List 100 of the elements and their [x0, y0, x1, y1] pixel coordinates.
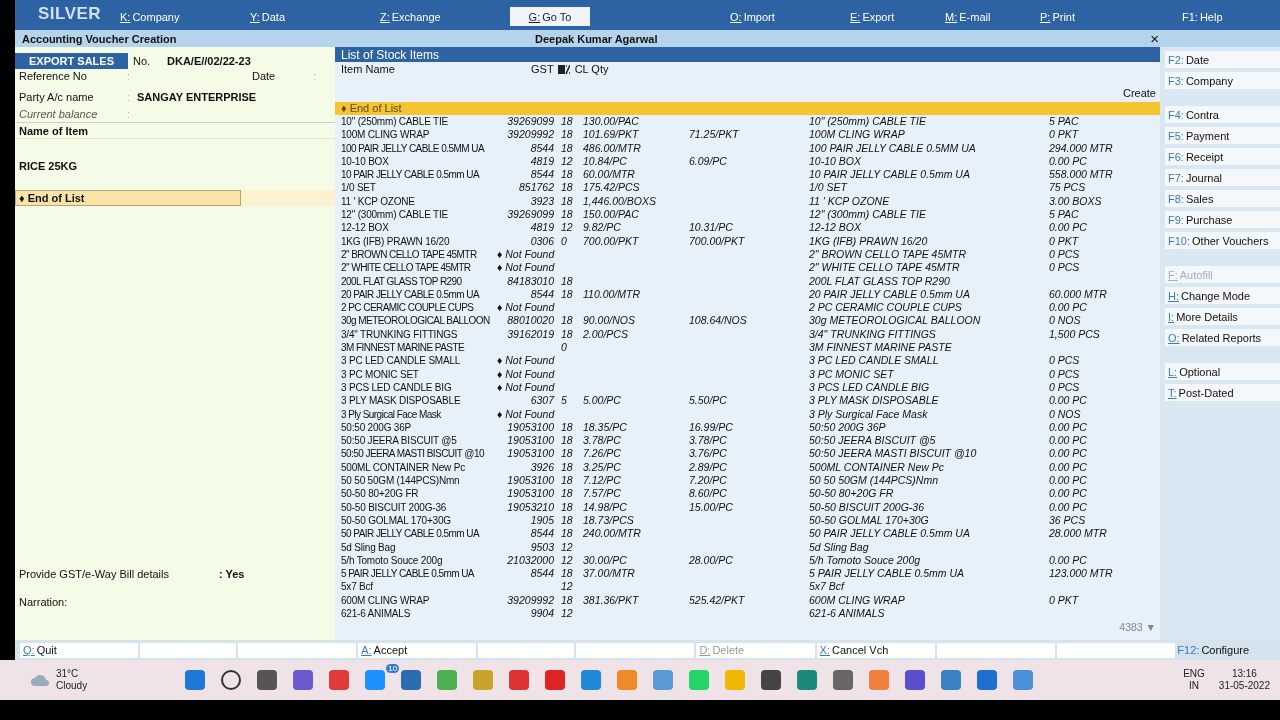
item-name-cell[interactable]: 3M FINNEST MARINE PASTE — [341, 342, 465, 354]
item-name-cell[interactable]: 10 PAIR JELLY CABLE 0.5mm UA — [341, 169, 479, 181]
app-icon[interactable] — [977, 670, 998, 690]
menu-item[interactable]: Y: Data — [250, 7, 286, 26]
rate-cell-text: 30.00/PC — [582, 553, 628, 568]
alias-cell-text: 10" (250mm) CABLE TIE — [808, 115, 927, 129]
item-name-cell[interactable]: 12-12 BOX — [341, 222, 389, 234]
hsn-cell-text: 19053100 — [506, 420, 555, 435]
hsn-cell-text: 39162019 — [506, 327, 555, 342]
item-name-cell[interactable]: 11 ' KCP OZONE — [341, 195, 415, 207]
item-name-cell[interactable]: 50 PAIR JELLY CABLE 0.5mm UA — [341, 528, 479, 540]
weather-label: Cloudy — [56, 680, 88, 692]
alias-cell-text: 2 PC CERAMIC COUPLE CUPS — [808, 301, 963, 315]
item-name-cell[interactable]: 3 PLY MASK DISPOSABLE — [341, 395, 461, 407]
item-name-cell[interactable]: 100 PAIR JELLY CABLE 0.5MM UA — [341, 142, 484, 154]
app-icon[interactable] — [257, 670, 278, 690]
item-name-cell[interactable]: 5x7 Bcf — [341, 581, 373, 593]
app-icon[interactable] — [509, 670, 530, 690]
menu-item[interactable]: E: Export — [850, 7, 895, 26]
item-name-cell[interactable]: 500ML CONTAINER New Pc — [341, 461, 465, 473]
alias-cell-text: 5 PAIR JELLY CABLE 0.5mm UA — [808, 567, 966, 581]
hsn-cell-text: 4819 — [529, 221, 555, 235]
item-name-cell[interactable]: 50-50 BISCUIT 200G-36 — [341, 501, 447, 513]
quantity-cell-text: 0.00 PC — [1048, 474, 1088, 488]
app-icon[interactable] — [329, 670, 350, 690]
start-icon[interactable] — [185, 670, 206, 690]
menu-item[interactable]: K: Company — [120, 7, 180, 26]
app-icon[interactable] — [545, 670, 566, 690]
app-icon[interactable] — [833, 670, 854, 690]
item-name-cell[interactable]: 12" (300mm) CABLE TIE — [341, 209, 448, 221]
item-name-cell[interactable]: 50:50 JEERA BISCUIT @5 — [341, 435, 457, 447]
sidebar-button[interactable]: L: Optional — [1165, 363, 1280, 380]
sidebar-button[interactable]: F4: Contra — [1165, 106, 1280, 123]
item-name-cell[interactable]: 5d Sling Bag — [341, 541, 396, 553]
item-name-cell[interactable]: 50 50 50GM (144PCS)Nmn — [341, 475, 460, 486]
item-name-cell[interactable]: 3 PC LED CANDLE SMALL — [341, 355, 461, 367]
item-name-cell[interactable]: 2" WHITE CELLO TAPE 45MTR — [341, 262, 471, 274]
menu-item[interactable]: Z: Exchange — [380, 7, 441, 26]
column-heading: Item Name — [341, 63, 396, 75]
quantity-cell-text: 36 PCS — [1048, 513, 1087, 528]
item-name-cell[interactable]: 5/h Tomoto Souce 200g — [341, 554, 443, 566]
menu-item[interactable]: G: Go To — [510, 7, 590, 26]
item-name-cell[interactable]: 3/4" TRUNKING FITTINGS — [341, 328, 458, 340]
hsn-cell-text: 19053100 — [506, 474, 555, 488]
item-name-cell[interactable]: 50:50 200G 36P — [341, 421, 412, 433]
app-icon[interactable] — [905, 670, 926, 690]
app-icon[interactable] — [941, 670, 962, 690]
list-item[interactable]: ♦ End of List — [15, 190, 241, 206]
item-name-cell[interactable]: 3 PC MONIC SET — [341, 368, 419, 380]
sidebar-button[interactable]: F3: Company — [1165, 72, 1280, 89]
item-name-cell[interactable]: 1/0 SET — [341, 182, 376, 194]
quantity-cell-text: 5 PAC — [1048, 115, 1080, 129]
sidebar-button[interactable]: F9: Purchase — [1165, 211, 1280, 228]
item-name-cell[interactable]: 100M CLING WRAP — [341, 129, 430, 141]
rate-cell-text: 37.00/MTR — [582, 567, 636, 581]
sidebar-button[interactable]: F2: Date — [1165, 51, 1280, 68]
item-name-cell[interactable]: 200L FLAT GLASS TOP R290 — [341, 275, 462, 287]
menu-item[interactable]: O: Import — [730, 7, 775, 26]
item-name-cell[interactable]: 600M CLING WRAP — [341, 594, 430, 606]
sidebar-button[interactable]: F5: Payment — [1165, 127, 1280, 144]
item-name-cell[interactable]: 20 PAIR JELLY CABLE 0.5mm UA — [341, 288, 479, 300]
menu-item[interactable]: F1: Help — [1175, 7, 1280, 26]
configure-button[interactable]: F12: Configure — [1177, 642, 1277, 658]
sidebar-button[interactable]: I: More Details — [1165, 308, 1280, 325]
sidebar-button[interactable]: O: Related Reports — [1165, 329, 1280, 346]
item-name-cell[interactable]: 30g METEOROLOGICAL BALLOON — [341, 315, 490, 327]
app-icon[interactable] — [401, 670, 422, 690]
list-item[interactable]: ♦ End of List — [335, 102, 1160, 115]
close-button[interactable]: × — [1150, 30, 1159, 47]
item-name-cell[interactable]: 50-50 GOLMAL 170+30G — [341, 514, 451, 526]
sidebar-button[interactable]: F7: Journal — [1165, 169, 1280, 186]
item-name-cell[interactable]: 1KG (IFB) PRAWN 16/20 — [341, 235, 450, 247]
rate-cell-text: 7.57/PC — [582, 487, 622, 501]
sidebar-button[interactable]: F6: Receipt — [1165, 148, 1280, 165]
menu-item[interactable]: M: E-mail — [945, 7, 991, 26]
item-name-cell[interactable]: 2 PC CERAMIC COUPLE CUPS — [341, 302, 474, 314]
sidebar-button[interactable]: F8: Sales — [1165, 190, 1280, 207]
bottom-bar-button[interactable]: A: Accept — [358, 642, 477, 658]
item-name-cell[interactable]: 621-6 ANIMALS — [341, 608, 411, 619]
create-button[interactable]: Create — [1122, 87, 1156, 99]
item-name-cell[interactable]: 50:50 JEERA MASTI BISCUIT @10 — [341, 448, 484, 460]
item-name-cell[interactable]: 50-50 80+20G FR — [341, 488, 419, 500]
sidebar-button[interactable]: T: Post-Dated — [1165, 384, 1280, 401]
item-name-cell[interactable]: 2" BROWN CELLO TAPE 45MTR — [341, 248, 477, 260]
item-name-cell[interactable]: 3 Ply Surgical Face Mask — [341, 408, 441, 420]
item-name-cell[interactable]: 5 PAIR JELLY CABLE 0.5mm UA — [341, 568, 474, 580]
bottom-bar-button[interactable]: X: Cancel Vch — [816, 642, 935, 658]
app-icon[interactable] — [761, 670, 782, 690]
app-icon[interactable] — [797, 670, 818, 690]
hsn-cell-text: 3926 — [529, 460, 555, 474]
menu-item[interactable]: P: Print — [1040, 7, 1076, 26]
item-name-cell[interactable]: 10-10 BOX — [341, 155, 389, 167]
bottom-bar-button[interactable]: Q: Quit — [20, 642, 139, 658]
item-name-cell[interactable]: 3 PCS LED CANDLE BIG — [341, 381, 452, 393]
search-icon[interactable] — [221, 670, 242, 690]
language-indicator[interactable]: ENG — [1183, 668, 1205, 680]
item-name-cell[interactable]: 10" (250mm) CABLE TIE — [341, 116, 448, 127]
sidebar-button[interactable]: F10: Other Vouchers — [1165, 232, 1280, 249]
app-icon[interactable] — [293, 670, 314, 690]
sidebar-button[interactable]: H: Change Mode — [1165, 287, 1280, 304]
